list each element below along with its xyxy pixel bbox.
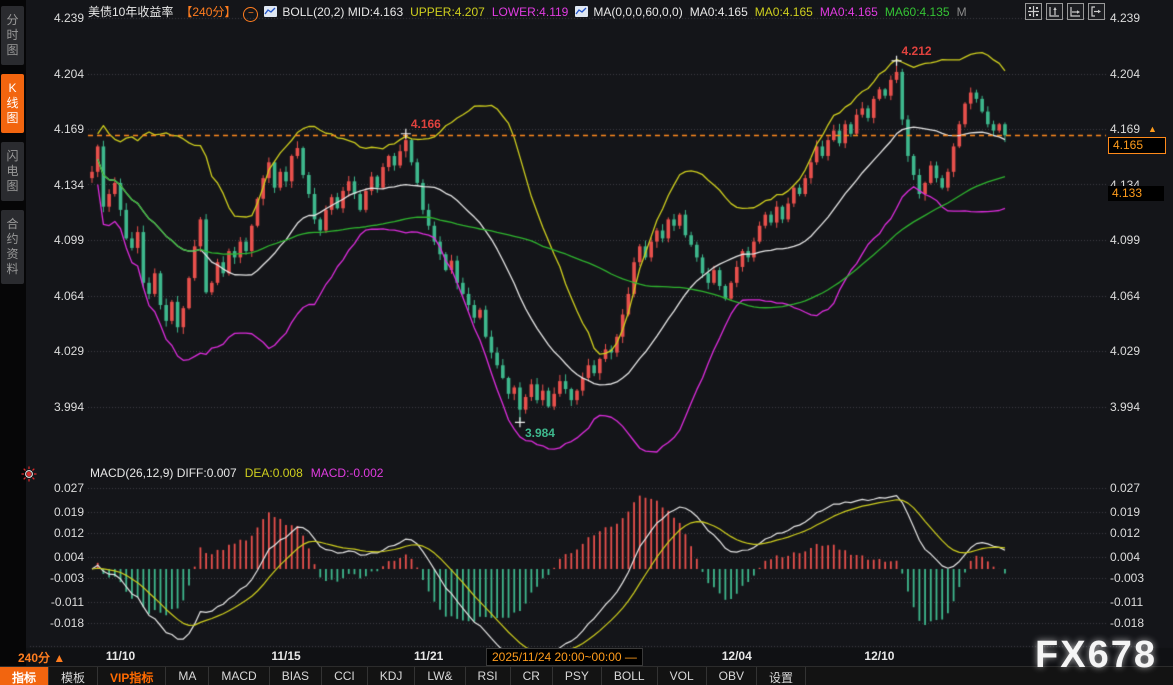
sidebar-tab-char: 图 [1,111,24,126]
sidebar-tabs: 分时图K线图闪电图合约资料 [0,0,26,284]
sidebar-tab-0[interactable]: 分时图 [1,6,24,65]
axis-tick: 3.994 [1110,400,1170,414]
chart-zoom-up-icon[interactable] [1046,3,1063,20]
ma0-magenta-value: MA0:4.165 [820,5,878,19]
axis-tick: -0.011 [1110,595,1170,609]
watermark-logo: FX678 [1035,634,1157,677]
pan-exit-icon[interactable] [1088,3,1105,20]
toolbar-tab-RSI[interactable]: RSI [466,667,511,685]
sidebar: 分时图K线图闪电图合约资料 [0,0,26,685]
sidebar-tab-char: 约 [1,232,24,247]
macd-value: MACD:-0.002 [311,466,384,480]
axis-tick: 4.029 [1110,344,1170,358]
axis-tick: 0.012 [1110,526,1170,540]
ma0-white-value: MA0:4.165 [690,5,748,19]
date-label: 12/04 [677,649,797,663]
boll-upper-value: UPPER:4.207 [410,5,485,19]
toolbar-tab-BOLL[interactable]: BOLL [602,667,658,685]
indicator-toolbar: 指标模板VIP指标MAMACDBIASCCIKDJLW&RSICRPSYBOLL… [0,666,1173,685]
sidebar-tab-char: 图 [1,43,24,58]
toolbar-tab-BIAS[interactable]: BIAS [270,667,322,685]
toolbar-tab-LW&[interactable]: LW& [415,667,465,685]
toolbar-tab-VOL[interactable]: VOL [658,667,707,685]
axis-tick: -0.018 [1110,616,1170,630]
indicator-header: 美债10年收益率【240分】−BOLL(20,2) MID:4.163UPPER… [88,3,974,19]
price-annotation: 4.166 [411,117,441,131]
indicator-toggle-burst-icon[interactable] [21,466,37,487]
toolbar-tab-指标[interactable]: 指标 [0,667,49,685]
toolbar-tab-KDJ[interactable]: KDJ [368,667,416,685]
toolbar-tab-PSY[interactable]: PSY [553,667,602,685]
boll-mid-value: BOLL(20,2) MID:4.163 [282,5,403,19]
sidebar-tab-3[interactable]: 合约资料 [1,210,24,284]
sidebar-tab-char: 电 [1,164,24,179]
axis-tick: 4.099 [1110,233,1170,247]
period-label: 【240分】 [180,5,236,19]
crosshair-date-badge: 2025/11/24 20:00~00:00 — [486,648,643,666]
price-annotation: 4.212 [902,44,932,58]
macd-diff-value: MACD(26,12,9) DIFF:0.007 [90,466,237,480]
toolbar-tab-MA[interactable]: MA [166,667,209,685]
m-marker: M [957,5,967,19]
xaxis-row: 240分 ▲ 11/10 11/15 11/21 12/04 12/10 2025/11… [0,648,1173,666]
axis-tick: 4.204 [1110,67,1170,81]
sidebar-tab-char: 料 [1,262,24,277]
axis-tick: -0.003 [1110,571,1170,585]
axis-tick: 0.004 [1110,550,1170,564]
sidebar-tab-char: 合 [1,217,24,232]
axis-tick: 4.169 [1110,122,1170,136]
period-selector[interactable]: 240分 ▲ [18,649,65,666]
boll-lower-value: LOWER:4.119 [492,5,568,19]
indicator-chart-icon [575,6,588,17]
axis-tick: 4.064 [1110,289,1170,303]
macd-header: MACD(26,12,9) DIFF:0.007 DEA:0.008 MACD:-0… [90,466,391,480]
price-annotation: 3.984 [525,426,555,440]
price-arrow-icon: ▲ [1148,124,1157,134]
date-label: 12/10 [819,649,939,663]
toolbar-tab-模板[interactable]: 模板 [49,667,98,685]
ma-params: MA(0,0,0,60,0,0) [593,5,682,19]
axis-tick: 0.019 [1110,505,1170,519]
ma60-value: MA60:4.135 [885,5,950,19]
sidebar-tab-2[interactable]: 闪电图 [1,142,24,201]
date-label: 11/15 [226,649,346,663]
sidebar-tab-char: 资 [1,247,24,262]
toolbar-tab-OBV[interactable]: OBV [707,667,757,685]
secondary-price-badge: 4.133 [1108,186,1164,201]
sidebar-tab-char: 时 [1,28,24,43]
chart-zoom-right-icon[interactable] [1067,3,1084,20]
sidebar-tab-char: 分 [1,13,24,28]
indicator-chart-icon [264,6,277,17]
price-chart-canvas[interactable] [0,0,1173,685]
sidebar-tab-1[interactable]: K线图 [1,74,24,133]
date-label: 11/21 [369,649,489,663]
toolbar-tab-CCI[interactable]: CCI [322,667,368,685]
sidebar-tab-char: 线 [1,96,24,111]
toolbar-tab-VIP指标[interactable]: VIP指标 [98,667,166,685]
axis-tick: 4.239 [1110,11,1170,25]
crosshair-move-icon[interactable] [1025,3,1042,20]
toolbar-tab-设置[interactable]: 设置 [757,667,806,685]
sidebar-tab-char: K [1,81,24,96]
date-label: 11/10 [61,649,181,663]
toolbar-tab-CR[interactable]: CR [511,667,553,685]
chart-tool-icons [1025,3,1105,20]
ma0-yellow-value: MA0:4.165 [755,5,813,19]
trading-app: 分时图K线图闪电图合约资料 美债10年收益率【240分】−BOLL(20,2) … [0,0,1173,685]
current-price-badge: 4.165 [1108,137,1166,154]
symbol-title: 美债10年收益率 [88,5,173,19]
macd-dea-value: DEA:0.008 [245,466,303,480]
sidebar-tab-char: 图 [1,179,24,194]
toolbar-tab-MACD[interactable]: MACD [209,667,269,685]
axis-tick: 0.027 [1110,481,1170,495]
sidebar-tab-char: 闪 [1,149,24,164]
